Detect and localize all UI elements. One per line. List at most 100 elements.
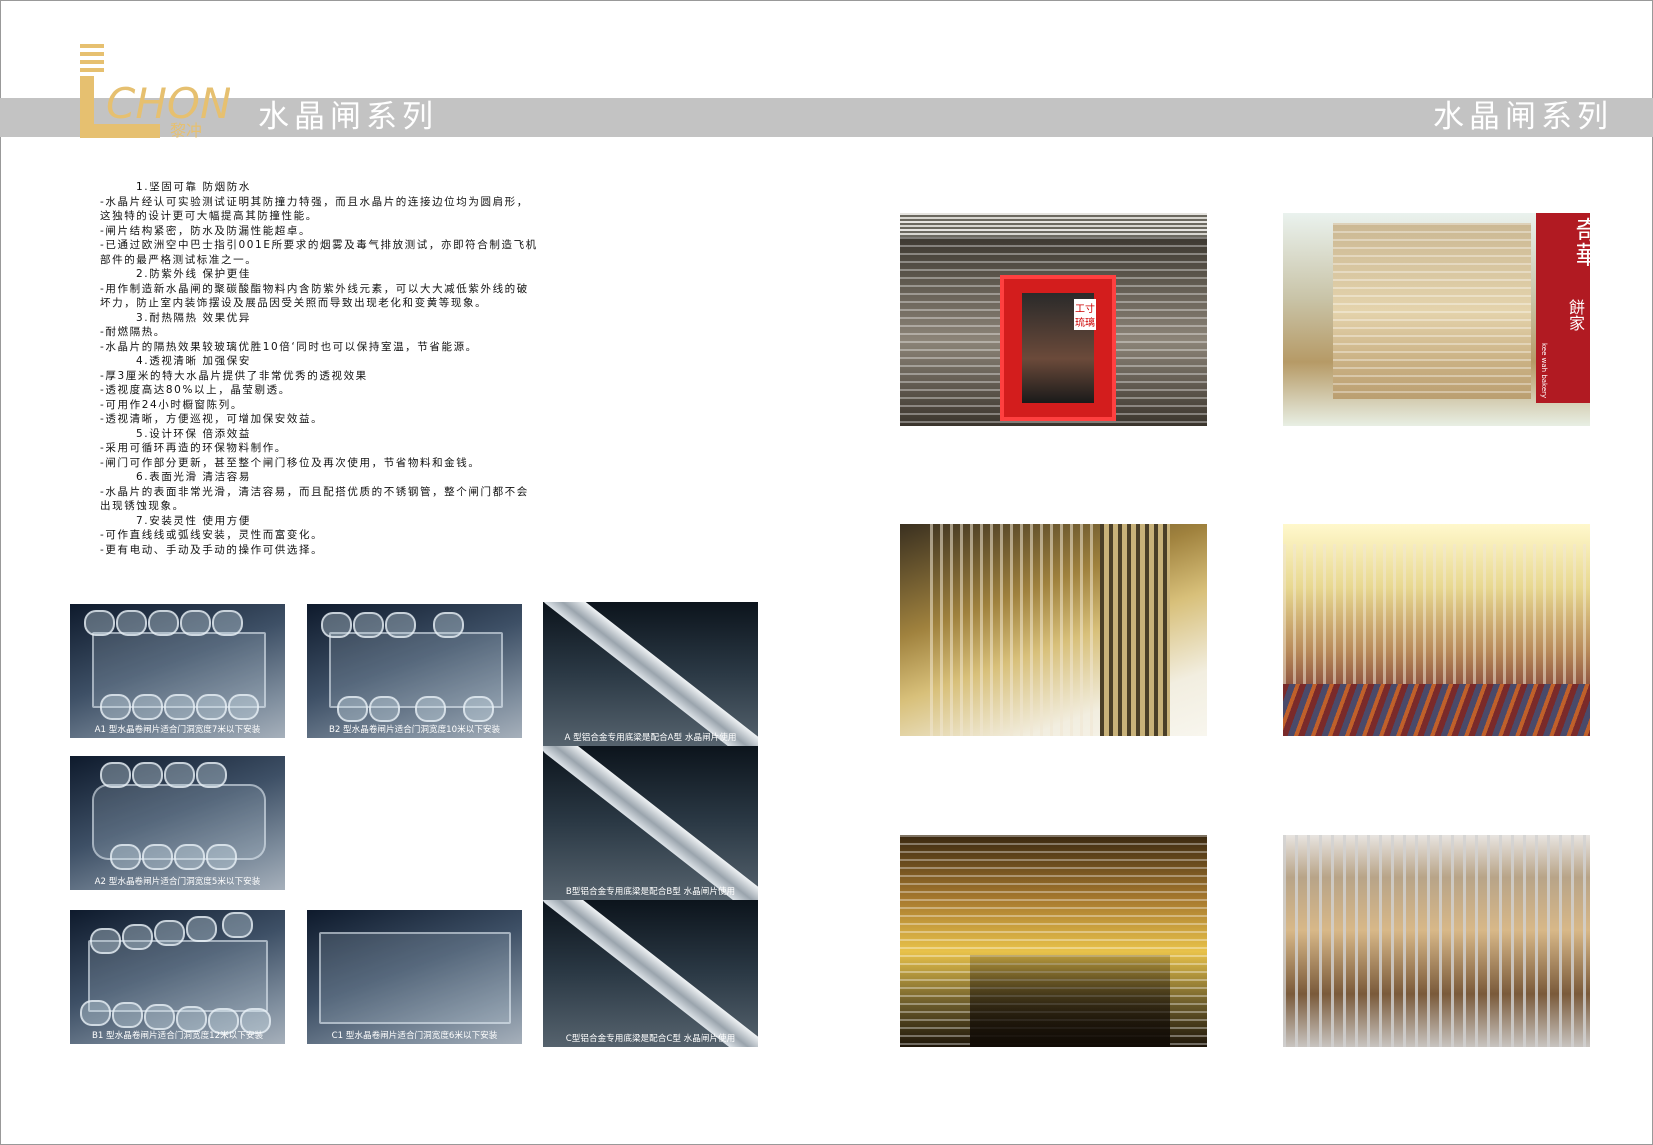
slat-tube bbox=[90, 928, 121, 954]
kee-wah-sign: 奇華 餅家 kee wah bakery bbox=[1536, 213, 1590, 403]
slat-a2-photo: A2 型水晶卷闸片适合门洞宽度5米以下安装 bbox=[70, 756, 285, 890]
sign-small-text: 餅家 bbox=[1566, 299, 1585, 331]
slat-tube bbox=[196, 694, 227, 720]
feature-line: -可用作24小时橱窗陈列。 bbox=[100, 398, 243, 411]
slat-b1-caption: B1 型水晶卷闸片适合门洞宽度12米以下安装 bbox=[91, 1031, 264, 1041]
feature-line: -透视度高达80%以上，晶莹剔透。 bbox=[100, 384, 291, 396]
slat-body bbox=[319, 932, 511, 1024]
slat-c1-caption: C1 型水晶卷闸片适合门洞宽度6米以下安装 bbox=[331, 1031, 498, 1041]
rail-bar bbox=[543, 746, 758, 900]
header-band bbox=[0, 98, 1653, 137]
feature-line: -厚3厘米的特大水晶片提供了非常优秀的透视效果 bbox=[100, 369, 368, 382]
shop-sign-lower: 琉璃 bbox=[1074, 313, 1096, 330]
feature-heading: 4.透视清晰 加强保安 bbox=[136, 355, 251, 367]
slat-tube bbox=[144, 1004, 175, 1030]
slat-tube bbox=[415, 696, 446, 722]
storefront-photo-1: 工寸 琉璃 bbox=[900, 213, 1207, 426]
feature-line: -水晶片经认可实验测试证明其防撞力特强，而且水晶片的连接边位均为圆肩形， bbox=[100, 195, 529, 208]
feature-line: 坏力，防止室内装饰摆设及展品因受关照而导致出现老化和变黄等现象。 bbox=[100, 297, 488, 309]
slat-tube bbox=[433, 612, 464, 638]
shutter-grille bbox=[930, 524, 1100, 736]
feature-line: 出现锈蚀现象。 bbox=[100, 500, 185, 512]
feature-description: 1.坚固可靠 防烟防水 -水晶片经认可实验测试证明其防撞力特强，而且水晶片的连接边… bbox=[100, 180, 600, 557]
slat-c1-photo: C1 型水晶卷闸片适合门洞宽度6米以下安装 bbox=[307, 910, 522, 1044]
slat-tube bbox=[228, 694, 259, 720]
slat-tube bbox=[222, 912, 253, 938]
rail-a-caption: A 型铝合金专用底梁是配合A型 水晶闸片使用 bbox=[564, 733, 737, 743]
feature-line: 部件的最严格测试标准之一。 bbox=[100, 253, 258, 266]
slat-tube bbox=[196, 762, 227, 788]
rail-bar bbox=[543, 900, 758, 1047]
feature-line: -可作直线线或弧线安装，灵性而富变化。 bbox=[100, 529, 324, 541]
feature-heading: 6.表面光滑 清洁容易 bbox=[136, 471, 251, 483]
sign-english-text: kee wah bakery bbox=[1540, 343, 1548, 399]
feature-line: -水晶片的表面非常光滑，清洁容易，而且配搭优质的不锈钢管，整个闸门都不会 bbox=[100, 485, 529, 498]
feature-line: -闸门可作部分更新，甚至整个闸门移位及再次使用，节省物料和金钱。 bbox=[100, 456, 481, 469]
svg-text:CHONG: CHONG bbox=[106, 79, 230, 128]
feature-line: -闸片结构紧密，防水及防漏性能超卓。 bbox=[100, 224, 312, 237]
slat-tube bbox=[110, 844, 141, 870]
red-display-frame: 工寸 琉璃 bbox=[1000, 275, 1116, 421]
slat-tube bbox=[353, 612, 384, 638]
slat-tube bbox=[337, 696, 368, 722]
feature-line: 这独特的设计更可大幅提高其防撞性能。 bbox=[100, 210, 318, 222]
slat-tube bbox=[206, 844, 237, 870]
slat-tube bbox=[463, 696, 494, 722]
storefront-photo-6 bbox=[1283, 835, 1590, 1047]
storefront-photo-5 bbox=[900, 835, 1207, 1047]
slat-tube bbox=[84, 610, 115, 636]
slat-tube bbox=[122, 924, 153, 950]
feature-line: -更有电动、手动及手动的操作可供选择。 bbox=[100, 543, 324, 556]
feature-heading: 1.坚固可靠 防烟防水 bbox=[136, 181, 251, 193]
feature-line: -透视清晰，方便巡视，可增加保安效益。 bbox=[100, 413, 324, 425]
slat-tube bbox=[164, 694, 195, 720]
feature-heading: 2.防紫外线 保护更佳 bbox=[136, 268, 251, 280]
feature-line: -用作制造新水晶闸的聚碳酸酯物料内含防紫外线元素，可以大大减低紫外线的破 bbox=[100, 282, 529, 295]
slat-tube bbox=[186, 916, 217, 942]
slat-tube bbox=[164, 762, 195, 788]
slat-tube bbox=[212, 610, 243, 636]
rail-b-photo: B型铝合金专用底梁是配合B型 水晶闸片使用 bbox=[543, 746, 758, 900]
rail-b-caption: B型铝合金专用底梁是配合B型 水晶闸片使用 bbox=[565, 887, 736, 897]
slat-tube bbox=[132, 762, 163, 788]
storefront-photo-2: 奇華 餅家 kee wah bakery bbox=[1283, 213, 1590, 426]
slat-tube bbox=[100, 694, 131, 720]
slat-tube bbox=[80, 1000, 111, 1026]
feature-line: -耐燃隔热。 bbox=[100, 326, 166, 338]
slat-tube bbox=[148, 610, 179, 636]
page-title-left: 水晶闸系列 bbox=[258, 99, 438, 135]
slat-a2-caption: A2 型水晶卷闸片适合门洞宽度5米以下安装 bbox=[94, 877, 261, 887]
slat-tube bbox=[112, 1002, 143, 1028]
shutter-grille bbox=[1283, 835, 1590, 1047]
slat-b1-photo: B1 型水晶卷闸片适合门洞宽度12米以下安装 bbox=[70, 910, 285, 1044]
feature-line: -采用可循环再造的环保物料制作。 bbox=[100, 442, 287, 454]
slat-tube bbox=[180, 610, 211, 636]
slat-tube bbox=[174, 844, 205, 870]
feature-heading: 5.设计环保 倍添效益 bbox=[136, 427, 251, 440]
rail-bar bbox=[543, 602, 758, 746]
carpet-floor bbox=[1283, 684, 1590, 736]
shutter-grille bbox=[1333, 223, 1531, 399]
storefront-photo-3 bbox=[900, 524, 1207, 736]
slat-tube bbox=[321, 612, 352, 638]
rail-c-photo: C型铝合金专用底梁是配合C型 水晶闸片使用 bbox=[543, 900, 758, 1047]
slat-tube bbox=[100, 762, 131, 788]
page-title-right: 水晶闸系列 bbox=[1433, 99, 1613, 135]
cafe-furniture bbox=[970, 955, 1170, 1047]
slat-a1-photo: A1 型水晶卷闸片适合门洞宽度7米以下安装 bbox=[70, 604, 285, 738]
feature-heading: 7.安装灵性 使用方便 bbox=[136, 514, 251, 527]
slat-b2-photo: B2 型水晶卷闸片适合门洞宽度10米以下安装 bbox=[307, 604, 522, 738]
slat-tube bbox=[132, 694, 163, 720]
feature-heading: 3.耐热隔热 效果优异 bbox=[136, 311, 251, 324]
slat-a1-caption: A1 型水晶卷闸片适合门洞宽度7米以下安装 bbox=[94, 725, 261, 735]
sign-big-text: 奇華 bbox=[1572, 217, 1590, 267]
slat-tube bbox=[154, 920, 185, 946]
rail-c-caption: C型铝合金专用底梁是配合C型 水晶闸片使用 bbox=[565, 1034, 736, 1044]
svg-text:黎冲: 黎冲 bbox=[170, 121, 202, 140]
slat-b2-caption: B2 型水晶卷闸片适合门洞宽度10米以下安装 bbox=[328, 725, 501, 735]
shutter-grille bbox=[1283, 544, 1590, 694]
slat-tube bbox=[369, 696, 400, 722]
feature-line: -已通过欧洲空中巴士指引001E所要求的烟雾及毒气排放测试，亦即符合制造飞机 bbox=[100, 239, 538, 251]
slat-tube bbox=[385, 612, 416, 638]
side-panel bbox=[1100, 524, 1170, 736]
